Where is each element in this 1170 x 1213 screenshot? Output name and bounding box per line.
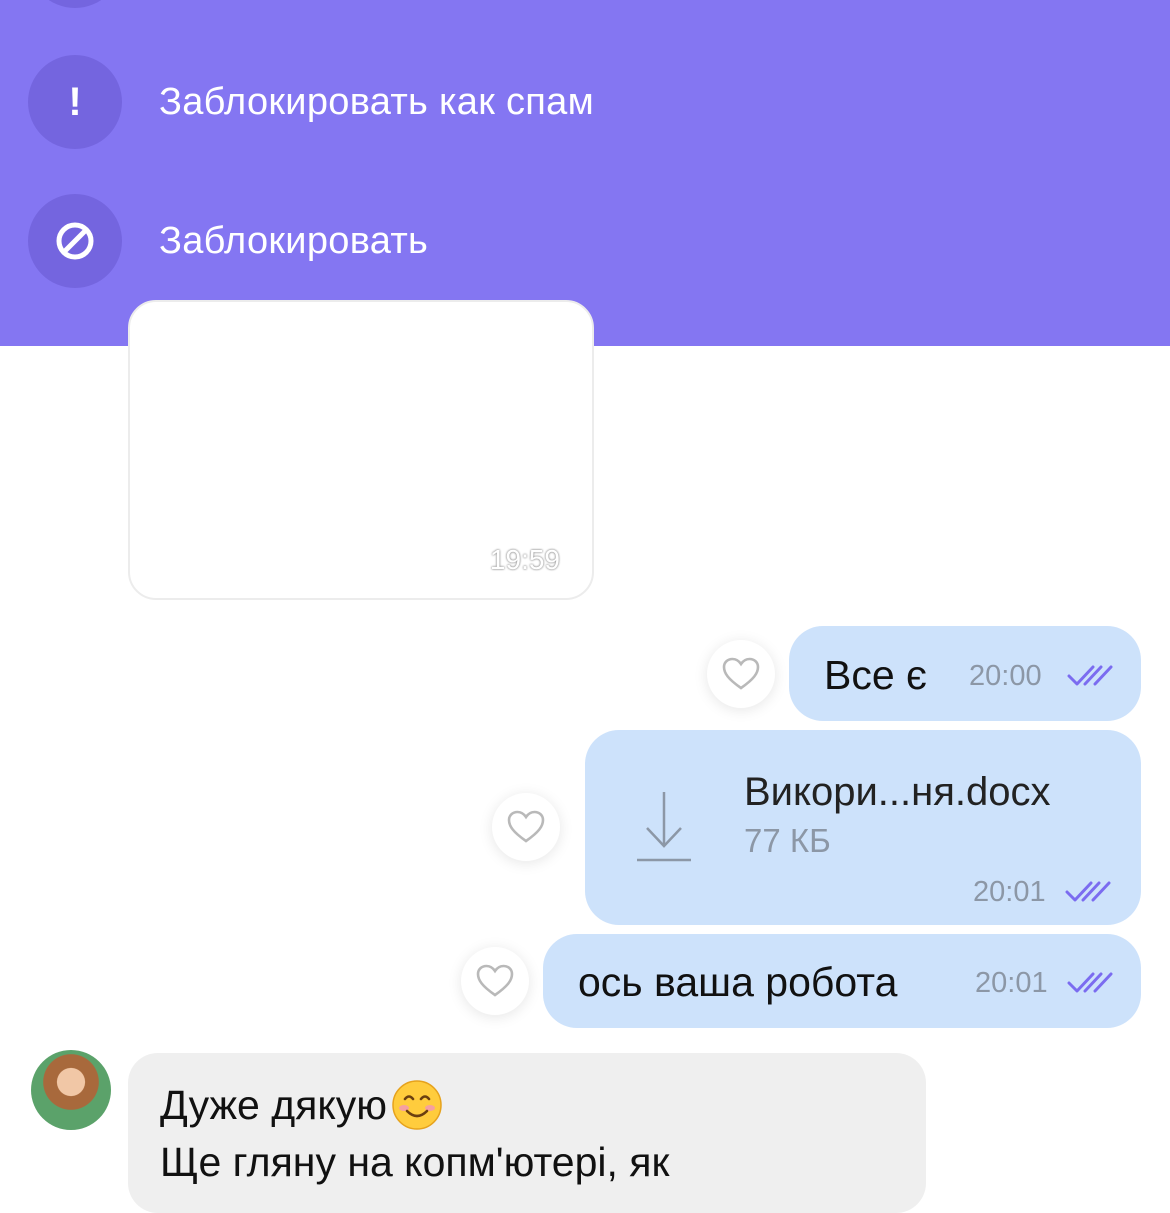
block-as-spam-action[interactable]: ! Заблокировать как спам [28,55,1128,149]
heart-icon [507,810,545,843]
message-time: 20:00 [969,660,1042,692]
message-time: 19:59 [489,544,560,575]
previous-action-icon-circle [28,0,122,8]
file-message[interactable]: Викори...ня.docx 77 КБ 20:01 [585,730,1141,925]
file-size: 77 КБ [744,822,831,859]
like-button[interactable] [461,947,529,1015]
outgoing-message[interactable]: Все є 20:00 [789,626,1141,721]
like-button[interactable] [707,640,775,708]
heart-icon [722,657,760,690]
download-icon[interactable] [635,790,693,862]
message-text: Дуже дякую [160,1081,388,1128]
message-text: Ще гляну на копм'ютері, як [160,1139,670,1185]
message-text: Все є [824,652,927,698]
message-text: ось ваша робота [578,959,898,1005]
block-action[interactable]: Заблокировать [28,194,1128,288]
message-line: Дуже дякую [160,1079,443,1131]
block-icon [28,194,122,288]
block-label: Заблокировать [159,219,429,262]
file-name: Викори...ня.docx [744,770,1051,814]
message-time: 20:01 [975,967,1048,999]
double-check-icon [1065,881,1111,902]
block-as-spam-label: Заблокировать как спам [159,80,595,123]
incoming-message[interactable]: Дуже дякую Ще гляну на копм'ютері, як [128,1053,926,1213]
double-check-icon [1067,665,1113,686]
avatar[interactable] [31,1050,111,1130]
contact-actions-panel: ! Заблокировать как спам Заблокировать [0,0,1170,346]
like-button[interactable] [492,793,560,861]
outgoing-message[interactable]: ось ваша робота 20:01 [543,934,1141,1028]
smiling-face-emoji [392,1080,442,1130]
heart-icon [476,964,514,997]
exclamation-icon: ! [28,55,122,149]
media-message[interactable]: 19:59 [128,300,594,600]
double-check-icon [1067,972,1113,993]
message-time: 20:01 [973,876,1046,908]
